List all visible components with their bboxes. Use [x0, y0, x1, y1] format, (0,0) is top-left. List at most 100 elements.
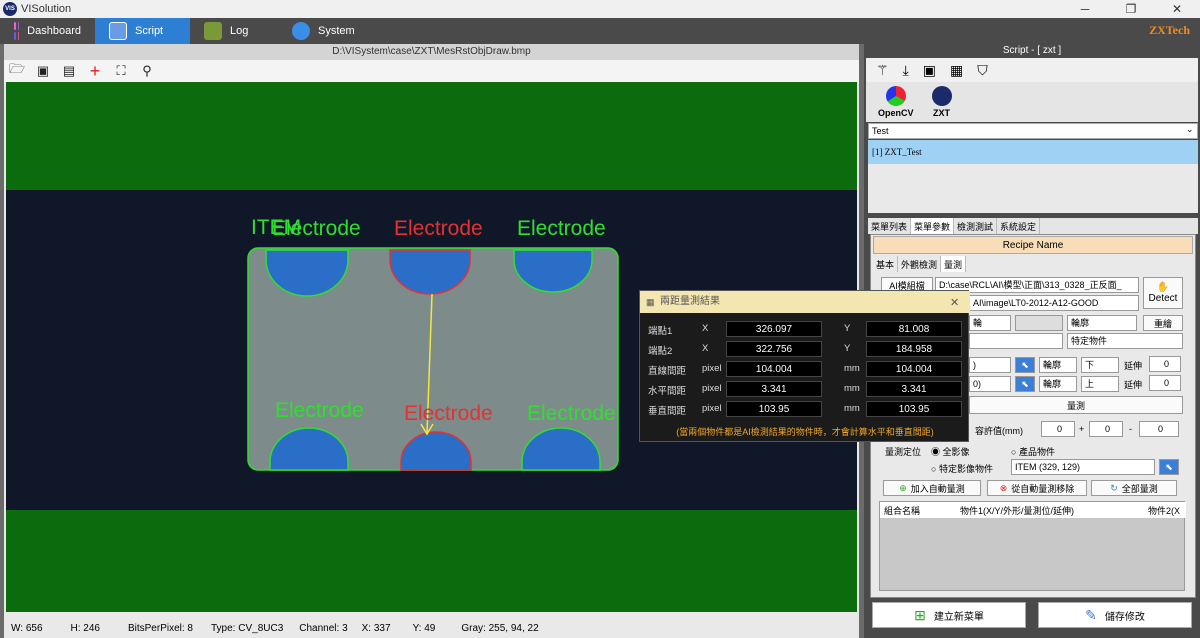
radio-full-image[interactable]: ◉ 全影像 — [931, 445, 970, 458]
object2-combo[interactable]: 0) — [969, 376, 1011, 392]
app-title: VISolution — [21, 3, 72, 15]
electrode-label: Electrode — [517, 217, 606, 240]
row-label: 水平間距 — [648, 386, 687, 397]
log-icon — [204, 22, 222, 40]
menu-label: Script — [135, 25, 164, 37]
row-label: 端點1 — [648, 326, 673, 337]
close-button[interactable]: ✕ — [1154, 0, 1200, 18]
button-label: 建立新菜單 — [933, 611, 984, 623]
crosshair-icon[interactable]: + — [86, 61, 104, 81]
unit-label: mm — [844, 363, 860, 374]
unit-label: pixel — [702, 383, 722, 394]
save-image-icon[interactable]: ▤ — [60, 63, 78, 79]
contour-combo[interactable]: 輪廓 — [1067, 315, 1137, 331]
param-tabs: 菜單列表 菜單參數 檢測測試 系統設定 — [868, 218, 1198, 234]
tolerance-input[interactable]: 0 — [1041, 421, 1075, 437]
new-menu-button[interactable]: ⊞ 建立新菜單 — [872, 602, 1026, 628]
lib-label: ZXT — [933, 108, 951, 118]
status-type: Type: CV_8UC3 — [211, 622, 284, 634]
dialog-icon: ▦ — [646, 297, 655, 307]
minimize-button[interactable]: ─ — [1062, 0, 1108, 18]
fit-icon[interactable]: ⛶ — [112, 63, 130, 79]
save-icon[interactable]: ▣ — [923, 62, 936, 79]
tab-menu-list[interactable]: 菜單列表 — [868, 218, 912, 234]
unit-label: pixel — [702, 403, 722, 414]
dialog-title: 兩距量測結果 — [640, 291, 970, 313]
specific-object-combo[interactable]: 特定物件 — [1067, 333, 1183, 349]
zoom-icon[interactable]: ⚲ — [138, 63, 156, 79]
shield-icon[interactable]: ⛉ — [977, 62, 988, 79]
restore-button[interactable]: ❐ — [1108, 0, 1154, 18]
value-field: 103.95 — [866, 401, 962, 417]
tab-measure[interactable]: 量測 — [941, 256, 967, 272]
extend2-input[interactable]: 0 — [1149, 375, 1181, 391]
auto-measure-table[interactable]: 組合名稱 物件1(X/Y/外形/量測位/延伸) 物件2(X — [879, 501, 1186, 591]
dialog-close-icon[interactable]: ✕ — [950, 296, 959, 309]
image-path-field[interactable]: AI\image\LT0-2012-A12-GOOD — [969, 295, 1139, 311]
unit-label: Y — [844, 343, 851, 354]
menu-script[interactable]: Script — [95, 18, 190, 44]
tab-menu-params[interactable]: 菜單參數 — [911, 218, 955, 234]
radio-specific[interactable]: ○ 特定影像物件 — [931, 462, 993, 475]
remove-auto-measure-button[interactable]: ⊗ 從自動量測移除 — [987, 480, 1087, 496]
value-field: 322.756 — [726, 341, 822, 357]
extend1-input[interactable]: 0 — [1149, 356, 1181, 372]
pick-icon[interactable]: ⬉ — [1015, 376, 1035, 392]
item-combo[interactable]: ITEM (329, 129) — [1011, 459, 1155, 475]
add-icon: ⊞ — [914, 606, 926, 623]
radio-product[interactable]: ○ 產品物件 — [1011, 445, 1055, 458]
menu-dashboard[interactable]: Dashboard — [0, 18, 95, 44]
wand-icon[interactable]: ⚚ — [876, 62, 889, 79]
pick-icon[interactable]: ⬉ — [1159, 459, 1179, 475]
position1-combo[interactable]: 下 — [1081, 357, 1119, 373]
detect-button[interactable]: ✋ Detect — [1143, 277, 1183, 309]
load-image-icon[interactable]: ▣ — [34, 63, 52, 79]
status-gray: Gray: 255, 94, 22 — [461, 622, 539, 634]
extend-label: 延伸 — [1124, 361, 1143, 371]
refresh-icon: ↻ — [1110, 482, 1118, 493]
unit-label: X — [702, 343, 709, 354]
measure-button[interactable]: 量測 — [969, 396, 1183, 414]
menu-log[interactable]: Log — [190, 18, 278, 44]
tolerance-plus-input[interactable]: 0 — [1089, 421, 1123, 437]
gear-icon — [292, 22, 310, 40]
position2-combo[interactable]: 上 — [1081, 376, 1119, 392]
electrode-label: Electrode — [404, 402, 493, 425]
contour2-combo[interactable]: 輪廓 — [1039, 376, 1077, 392]
list-item[interactable]: [1] ZXT_Test — [868, 140, 1198, 164]
image-path: D:\VISystem\case\ZXT\MesRstObjDraw.bmp — [4, 44, 859, 60]
electrode-label: Electrode — [272, 217, 361, 240]
electrode-label: Electrode — [394, 217, 483, 240]
object-combo-1[interactable] — [969, 333, 1063, 349]
script-toolbar: ⚚ ⤓ ▣ ▦ ⛉ — [866, 58, 1198, 82]
open-folder-icon[interactable]: 🗁 — [8, 61, 26, 79]
download-icon[interactable]: ⤓ — [903, 62, 909, 79]
main-menu: Dashboard Script Log System ZXTech — [0, 18, 1200, 44]
add-auto-measure-button[interactable]: ⊕ 加入自動量測 — [883, 480, 981, 496]
chevron-down-icon[interactable]: ⌄ — [1186, 124, 1194, 135]
pick-icon[interactable]: ⬉ — [1015, 357, 1035, 373]
source-combo[interactable]: 輪 — [969, 315, 1011, 331]
object1-combo[interactable]: ) — [969, 357, 1011, 373]
tab-test[interactable]: 檢測測試 — [954, 218, 998, 234]
save-changes-button[interactable]: ✎ 儲存修改 — [1038, 602, 1192, 628]
save-all-icon[interactable]: ▦ — [950, 62, 963, 79]
measure-result-dialog: 兩距量測結果 ▦ ✕ 端點1 X 326.097 Y 81.008 端點2 X 322.756… — [639, 290, 970, 442]
value-field: 3.341 — [726, 381, 822, 397]
button-label: 儲存修改 — [1104, 611, 1145, 623]
script-list[interactable]: [1] ZXT_Test — [868, 140, 1198, 213]
all-measure-button[interactable]: ↻ 全部量測 — [1091, 480, 1177, 496]
tolerance-minus-input[interactable]: 0 — [1139, 421, 1179, 437]
menu-label: System — [318, 25, 355, 37]
tab-appearance[interactable]: 外觀檢測 — [898, 256, 942, 272]
value-field: 184.958 — [866, 341, 962, 357]
script-combo[interactable]: Test — [868, 123, 1198, 139]
redraw-button[interactable]: 重繪 — [1143, 315, 1183, 331]
contour1-combo[interactable]: 輪廓 — [1039, 357, 1077, 373]
unit-label: mm — [844, 383, 860, 394]
tab-basic[interactable]: 基本 — [873, 256, 899, 272]
menu-system[interactable]: System — [278, 18, 373, 44]
lib-zxt[interactable]: ZXT — [931, 82, 952, 122]
lib-opencv[interactable]: OpenCV — [878, 82, 914, 122]
tab-settings[interactable]: 系統設定 — [997, 218, 1041, 234]
